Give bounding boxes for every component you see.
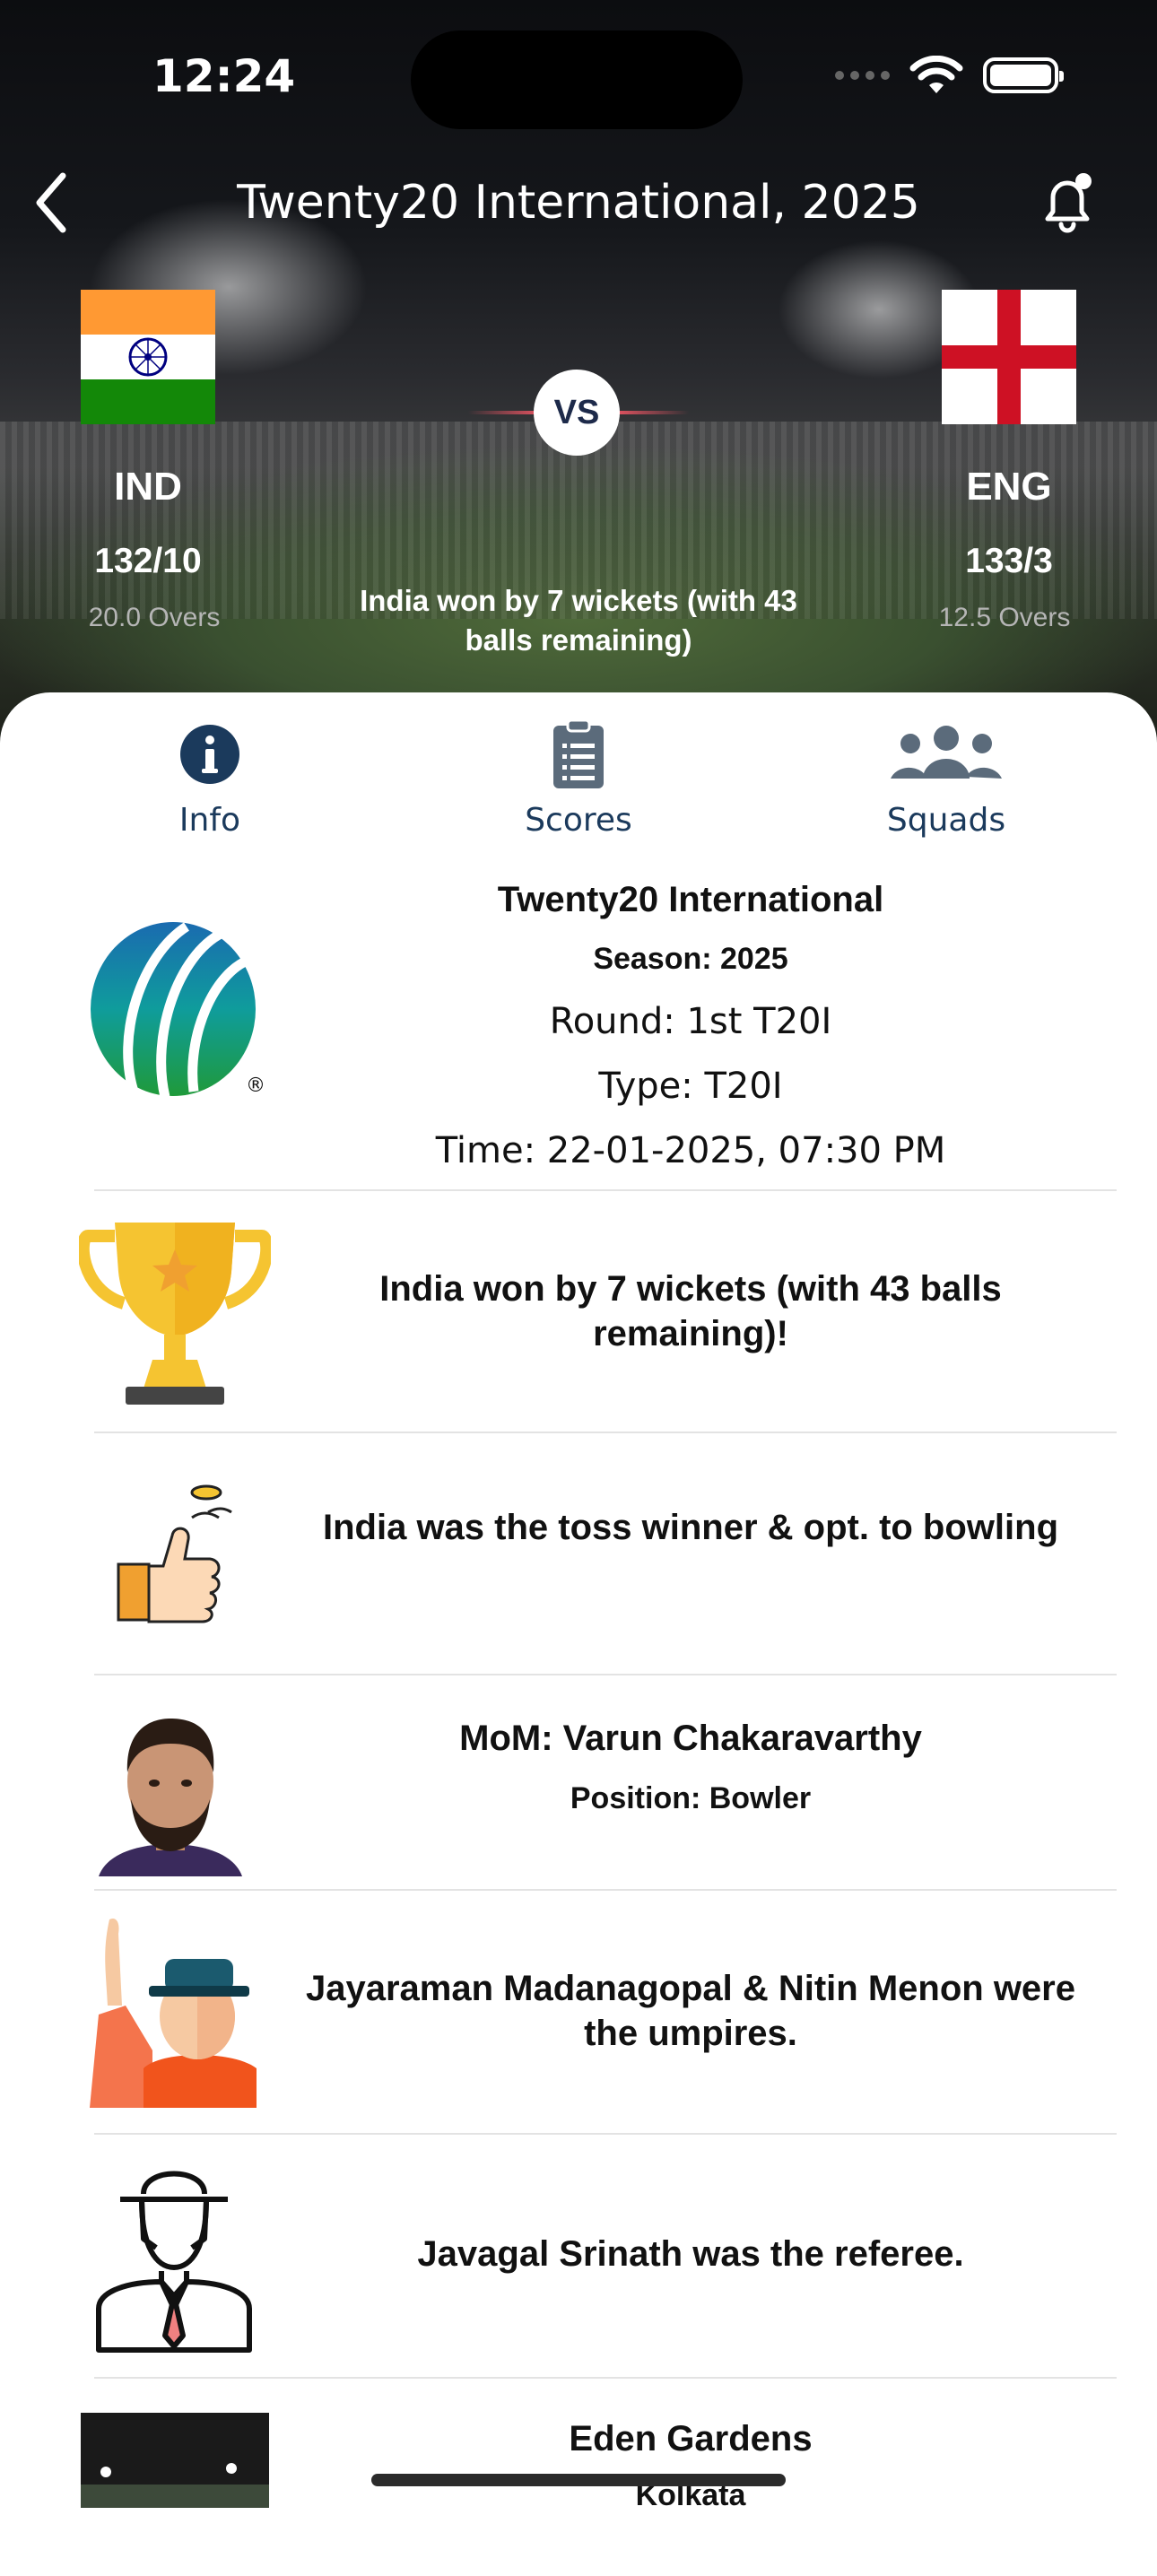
tab-info[interactable]: Info	[75, 718, 344, 839]
row-divider	[94, 1189, 1117, 1191]
tab-squads-label: Squads	[886, 802, 1006, 839]
status-icons	[835, 56, 1064, 95]
dynamic-island	[411, 30, 743, 129]
notification-bell-icon[interactable]	[1031, 167, 1103, 239]
row-divider	[94, 2377, 1117, 2379]
home-team-code: IND	[114, 465, 182, 509]
battery-icon	[983, 57, 1064, 93]
tab-scores[interactable]: Scores	[444, 718, 713, 839]
wifi-icon	[909, 56, 963, 93]
umpire-icon	[90, 1918, 257, 2108]
competition-name: Twenty20 International	[497, 880, 884, 919]
status-time: 12:24	[152, 50, 296, 102]
player-avatar	[90, 1701, 251, 1876]
home-indicator[interactable]	[371, 2474, 786, 2486]
info-icon	[180, 725, 239, 784]
type-label: Type: T20I	[598, 1066, 783, 1107]
page-title: Twenty20 International, 2025	[237, 176, 920, 230]
icc-logo: ®	[91, 922, 265, 1099]
venue-name: Eden Gardens	[569, 2419, 813, 2459]
row-divider	[94, 1674, 1117, 1675]
row-divider	[94, 1889, 1117, 1891]
away-team-overs: 12.5 Overs	[938, 603, 1071, 632]
referee-statement: Javagal Srinath was the referee.	[417, 2234, 964, 2274]
coin-toss-thumbs-up-icon	[117, 1484, 232, 1623]
man-of-match-position: Position: Bowler	[570, 1781, 812, 1815]
time-label: Time: 22-01-2025, 07:30 PM	[435, 1130, 946, 1171]
england-flag-icon	[942, 290, 1076, 424]
clipboard-icon	[553, 718, 604, 788]
away-team-score: 133/3	[965, 542, 1053, 580]
row-divider	[94, 2133, 1117, 2135]
man-of-match-name: MoM: Varun Chakaravarthy	[459, 1719, 922, 1758]
tab-info-label: Info	[178, 802, 241, 839]
tab-squads[interactable]: Squads	[812, 718, 1081, 839]
vs-divider-right	[617, 411, 689, 414]
result-statement: India won by 7 wickets (with 43 balls re…	[379, 1269, 1002, 1353]
vs-divider-left	[468, 411, 540, 414]
row-divider	[94, 1432, 1117, 1433]
umpires-statement: Jayaraman Madanagopal & Nitin Menon were…	[306, 1969, 1075, 2053]
round-label: Round: 1st T20I	[549, 1001, 832, 1042]
svg-text:®: ®	[246, 1075, 265, 1097]
away-team-code: ENG	[966, 465, 1052, 509]
venue-photo	[81, 2413, 269, 2508]
tab-scores-label: Scores	[525, 802, 632, 839]
home-team-overs: 20.0 Overs	[88, 603, 221, 632]
referee-icon	[96, 2171, 252, 2353]
group-icon	[891, 726, 1002, 779]
cellular-signal-icon	[835, 71, 890, 80]
vs-badge: VS	[534, 370, 620, 456]
match-result-banner: India won by 7 wickets (with 43 balls re…	[360, 584, 797, 657]
india-flag-icon	[81, 290, 215, 424]
season-label: Season: 2025	[593, 942, 788, 976]
toss-statement: India was the toss winner & opt. to bowl…	[322, 1508, 1059, 1547]
home-team-score: 132/10	[94, 542, 202, 580]
trophy-icon	[79, 1223, 271, 1405]
